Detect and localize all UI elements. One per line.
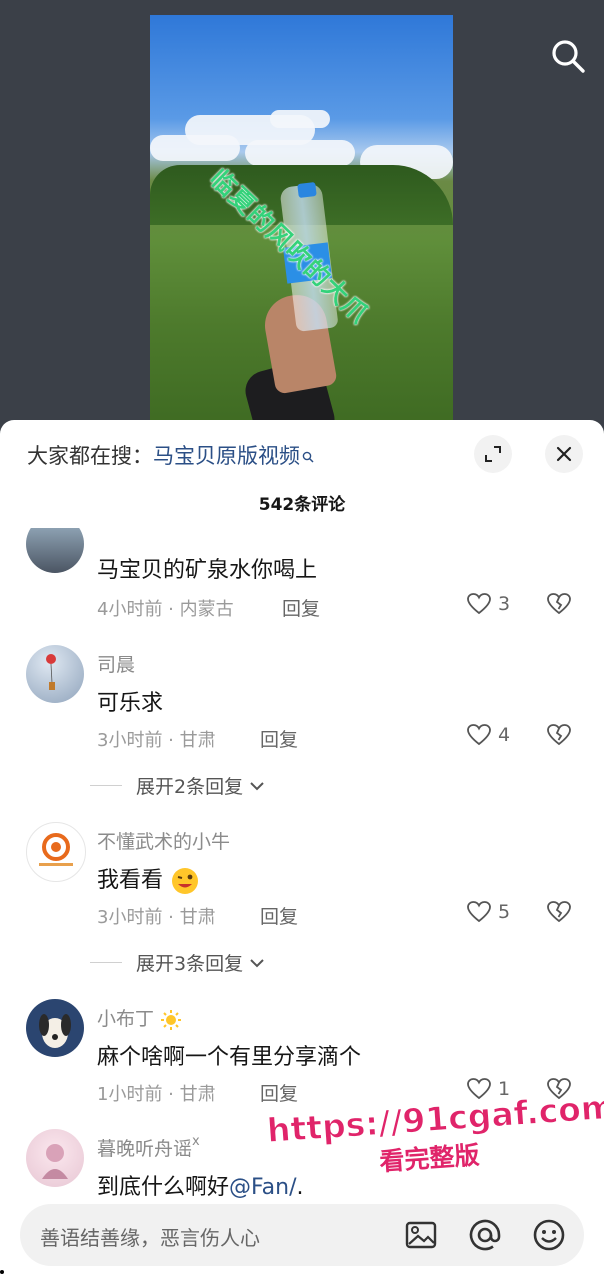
like-count: 3 [498,593,511,615]
comment-text-body: 我看看 [97,868,164,893]
trending-search[interactable]: 大家都在搜：马宝贝原版视频 [27,440,314,470]
like-button[interactable]: 5 [466,900,510,924]
commenter-name[interactable]: 暮晚听舟谣x [97,1134,200,1161]
comment-time-location: 1小时前 · 甘肃 [97,1084,216,1105]
heart-icon [467,593,491,615]
like-count: 5 [498,901,511,923]
commenter-name[interactable]: 不懂武术的小牛 [97,827,230,854]
expand-replies-label: 展开3条回复 [136,953,244,975]
divider [90,962,122,963]
dislike-button[interactable] [546,723,572,751]
broken-heart-icon [547,593,571,615]
like-button[interactable]: 4 [466,723,510,747]
fullscreen-button[interactable] [474,435,512,473]
video-frame[interactable] [150,15,453,430]
commenter-name[interactable]: 司晨 [97,650,135,677]
image-icon [405,1221,437,1249]
wink-emoji-icon [172,868,199,894]
comment-count: 542条评论 [258,495,346,515]
comment-text-body: 到底什么啊好 [97,1175,230,1200]
divider [90,785,122,786]
name-suffix-mark: x [192,1134,200,1149]
broken-heart-icon [547,901,571,923]
expand-replies-button[interactable]: 展开2条回复 [90,772,265,799]
illustration-icon [42,1144,68,1179]
heart-icon [467,724,491,746]
like-button[interactable]: 3 [466,592,510,616]
broken-heart-icon [547,724,571,746]
expand-icon [485,446,501,462]
mention-button[interactable] [468,1218,502,1252]
image-button[interactable] [404,1218,438,1252]
comment-input-bar[interactable]: 善语结善缘，恶言伤人心 [20,1204,584,1266]
chevron-down-icon [250,781,264,790]
avatar[interactable] [26,528,84,573]
commenter-name[interactable]: 小布丁 [97,1004,182,1031]
reply-button[interactable]: 回复 [260,725,298,752]
avatar[interactable] [26,999,84,1057]
close-button[interactable] [545,435,583,473]
comment-input[interactable]: 善语结善缘，恶言伤人心 [40,1222,260,1251]
comment-time-location: 4小时前 · 内蒙古 [97,599,234,620]
sun-icon [161,1009,182,1030]
balloon-icon [46,654,56,690]
at-icon [469,1219,501,1251]
comment-text: 可乐求 [97,691,164,716]
like-count: 4 [498,724,511,746]
avatar[interactable] [26,1129,84,1187]
sheet-header: 大家都在搜：马宝贝原版视频 [0,420,604,490]
dog-character-icon [39,1014,71,1048]
trending-prefix: 大家都在搜： [27,444,153,468]
comment-time-location: 3小时前 · 甘肃 [97,907,216,928]
bottle-cap [297,181,317,199]
cloud [245,140,355,166]
smiley-icon [533,1219,565,1251]
trending-term[interactable]: 马宝贝原版视频 [153,444,300,468]
emoji-button[interactable] [532,1218,566,1252]
corner-dot [0,1270,4,1274]
reply-button[interactable]: 回复 [260,902,298,929]
expand-replies-label: 展开2条回复 [136,776,244,798]
search-icon [552,40,585,73]
comment-text: 麻个啥啊一个有里分享滴个 [97,1045,362,1070]
expand-replies-button[interactable]: 展开3条回复 [90,949,265,976]
search-small-icon [302,444,314,468]
dislike-button[interactable] [546,592,572,620]
comment-text: 我看看 [97,862,200,896]
avatar[interactable] [26,822,86,882]
video-area[interactable]: 临夏的风吹的大爪 [0,0,604,430]
reply-button[interactable]: 回复 [260,1079,298,1106]
chevron-down-icon [250,958,264,967]
heart-icon [467,901,491,923]
reply-button[interactable]: 回复 [282,594,320,621]
comment-text: 马宝贝的矿泉水你喝上 [97,558,318,583]
cloud [270,110,330,128]
comment-time-location: 3小时前 · 甘肃 [97,730,216,751]
close-icon [556,446,572,462]
logo-icon [39,833,73,866]
avatar[interactable] [26,645,84,703]
search-button[interactable] [548,36,588,76]
dislike-button[interactable] [546,900,572,928]
